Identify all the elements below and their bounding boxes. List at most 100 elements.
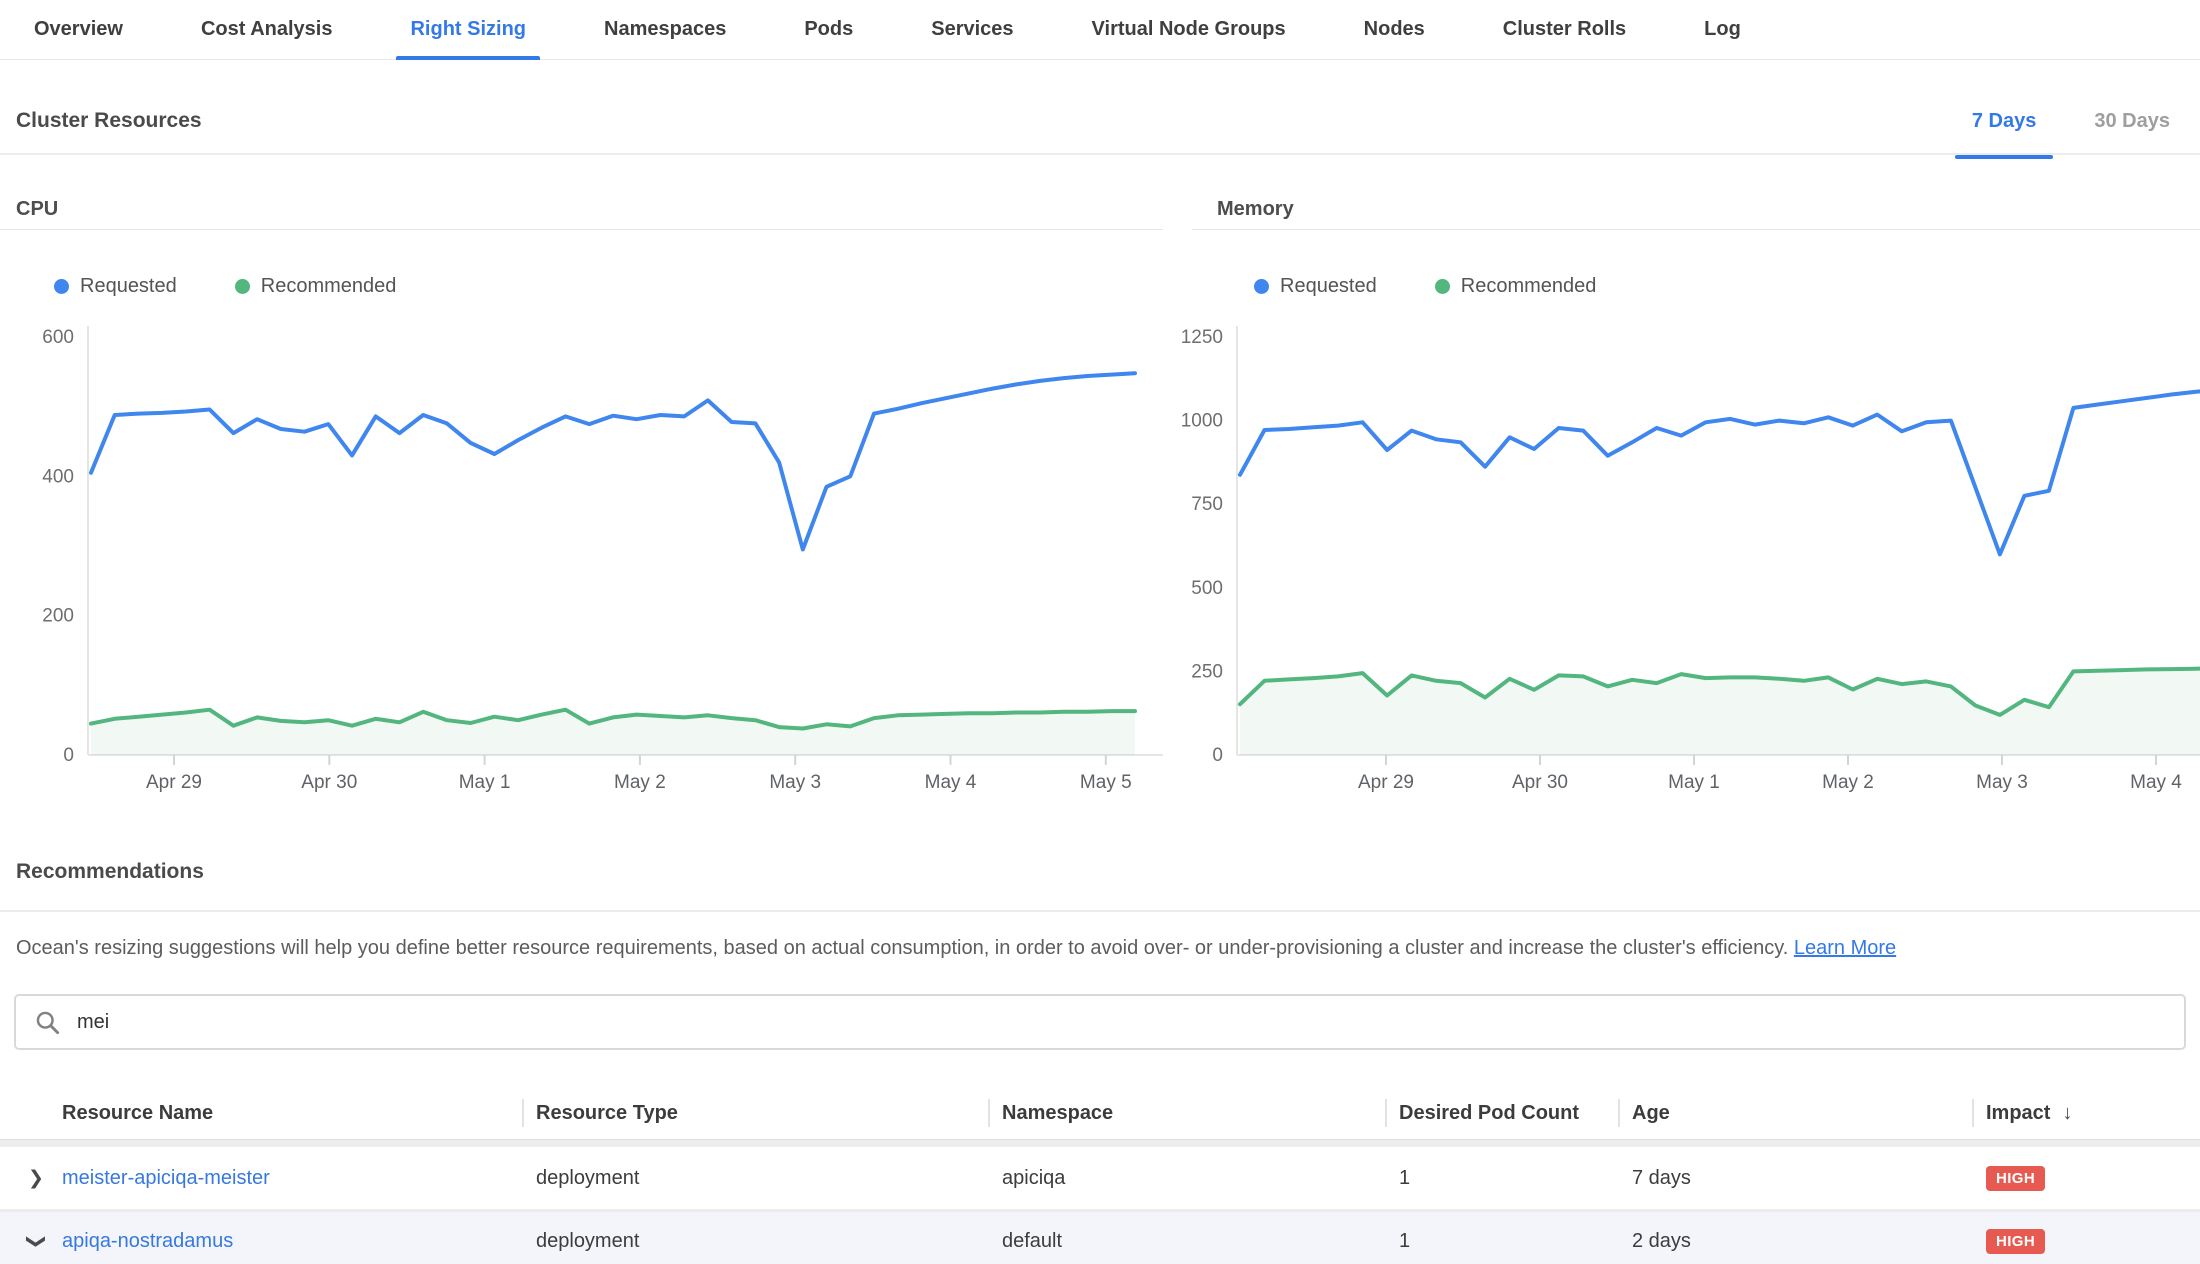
svg-text:500: 500 bbox=[1191, 578, 1223, 599]
cpu-chart-panel: CPU RequestedRecommended 0200400600Apr 2… bbox=[0, 190, 1163, 802]
cpu-line-chart: 0200400600Apr 29Apr 30May 1May 2May 3May… bbox=[0, 320, 1163, 802]
cell-resource-type: deployment bbox=[522, 1167, 988, 1190]
search-input[interactable] bbox=[77, 1011, 2184, 1034]
tab-virtual-node-groups[interactable]: Virtual Node Groups bbox=[1078, 0, 1300, 60]
svg-text:May 4: May 4 bbox=[2130, 772, 2182, 793]
recommendations-description-text: Ocean's resizing suggestions will help y… bbox=[16, 937, 1788, 959]
column-header-impact[interactable]: Impact ↓ bbox=[1972, 1086, 2200, 1140]
memory-chart-panel: Memory Requested Recommended 0 250 500 750 10… bbox=[1180, 190, 2200, 802]
recommendations-table: Resource Name Resource Type Namespace Desir… bbox=[0, 1086, 2200, 1264]
svg-text:May 2: May 2 bbox=[614, 772, 666, 793]
tab-cost-analysis[interactable]: Cost Analysis bbox=[187, 0, 347, 60]
resource-name-link[interactable]: apiqa-nostradamus bbox=[62, 1230, 233, 1252]
recommended-legend-dot-icon bbox=[1435, 279, 1450, 294]
svg-text:400: 400 bbox=[42, 466, 74, 487]
svg-text:May 1: May 1 bbox=[1668, 772, 1720, 793]
table-body: ❯meister-apiciqa-meisterdeploymentapiciq… bbox=[0, 1147, 2200, 1264]
svg-text:1000: 1000 bbox=[1181, 411, 1223, 432]
legend-item-recommended[interactable]: Recommended bbox=[235, 275, 397, 298]
chevron-right-icon[interactable]: ❯ bbox=[28, 1167, 44, 1190]
svg-text:0: 0 bbox=[63, 745, 74, 766]
table-row-apiqa-nostradamus[interactable]: ❯ apiqa-nostradamus deploymentdefault12 da… bbox=[0, 1209, 2200, 1264]
impact-badge: HIGH bbox=[1986, 1229, 2045, 1254]
memory-line-chart: 0 250 500 750 1000 1250 Apr 29 Apr 30 May 1 May 2… bbox=[1180, 320, 2200, 802]
column-header-label: Resource Name bbox=[62, 1102, 213, 1125]
expander-column-header bbox=[0, 1086, 62, 1140]
cell-desired-pod-count: 1 bbox=[1385, 1230, 1618, 1253]
chart-title-divider bbox=[1192, 229, 2200, 230]
column-header-label: Desired Pod Count bbox=[1399, 1102, 1579, 1125]
range-7-days[interactable]: 7 Days bbox=[1972, 110, 2037, 133]
tab-services[interactable]: Services bbox=[917, 0, 1027, 60]
section-divider bbox=[0, 153, 2200, 155]
column-header-label: Resource Type bbox=[536, 1102, 678, 1125]
svg-text:May 3: May 3 bbox=[769, 772, 821, 793]
cluster-resources-title: Cluster Resources bbox=[16, 109, 202, 133]
cell-namespace: default bbox=[988, 1230, 1385, 1253]
resource-name-link[interactable]: meister-apiciqa-meister bbox=[62, 1167, 270, 1189]
cell-namespace: apiciqa bbox=[988, 1167, 1385, 1190]
column-header-label: Namespace bbox=[1002, 1102, 1113, 1125]
tab-nodes[interactable]: Nodes bbox=[1350, 0, 1439, 60]
memory-chart-legend: Requested Recommended bbox=[1254, 275, 1596, 298]
tab-log[interactable]: Log bbox=[1690, 0, 1755, 60]
svg-text:May 3: May 3 bbox=[1976, 772, 2028, 793]
svg-text:1250: 1250 bbox=[1181, 327, 1223, 348]
impact-badge: HIGH bbox=[1986, 1166, 2045, 1191]
section-divider bbox=[0, 910, 2200, 912]
range-30-days[interactable]: 30 Days bbox=[2094, 110, 2170, 133]
svg-text:May 2: May 2 bbox=[1822, 772, 1874, 793]
tab-right-sizing[interactable]: Right Sizing bbox=[396, 0, 540, 60]
svg-text:250: 250 bbox=[1191, 661, 1223, 682]
legend-item-requested[interactable]: Requested bbox=[54, 275, 177, 298]
column-header-resource-name[interactable]: Resource Name bbox=[62, 1086, 522, 1140]
tab-overview[interactable]: Overview bbox=[20, 0, 137, 60]
tab-pods[interactable]: Pods bbox=[790, 0, 867, 60]
resource-search-box[interactable] bbox=[14, 994, 2186, 1050]
cell-age: 7 days bbox=[1618, 1167, 1972, 1190]
table-row-meister-apiciqa-meister[interactable]: ❯ meister-apiciqa-meister deploymentapiciq… bbox=[0, 1147, 2200, 1209]
cpu-chart-legend: Requested Recommended bbox=[54, 275, 396, 298]
right-sizing-page: Overview Cost Analysis Right Sizing Namespa… bbox=[0, 0, 2200, 1264]
cluster-resources-header: Cluster Resources 7 Days 30 Days bbox=[16, 104, 2184, 138]
search-icon bbox=[34, 1009, 61, 1036]
legend-label: Requested bbox=[80, 275, 177, 298]
cell-age: 2 days bbox=[1618, 1230, 1972, 1253]
cell-resource-type: deployment bbox=[522, 1230, 988, 1253]
svg-text:Apr 29: Apr 29 bbox=[1358, 772, 1414, 793]
cpu-chart-title: CPU bbox=[0, 190, 1163, 221]
svg-text:May 4: May 4 bbox=[925, 772, 977, 793]
time-range-toggle: 7 Days 30 Days bbox=[1972, 110, 2184, 133]
column-header-age[interactable]: Age bbox=[1618, 1086, 1972, 1140]
svg-text:600: 600 bbox=[42, 327, 74, 348]
svg-text:May 5: May 5 bbox=[1080, 772, 1132, 793]
column-header-label: Impact bbox=[1986, 1102, 2050, 1125]
legend-item-requested[interactable]: Requested bbox=[1254, 275, 1377, 298]
sort-descending-icon[interactable]: ↓ bbox=[2062, 1102, 2072, 1125]
svg-text:Apr 29: Apr 29 bbox=[146, 772, 202, 793]
chart-title-divider bbox=[0, 229, 1163, 230]
svg-text:May 1: May 1 bbox=[459, 772, 511, 793]
svg-text:0: 0 bbox=[1212, 745, 1223, 766]
requested-legend-dot-icon bbox=[54, 279, 69, 294]
requested-legend-dot-icon bbox=[1254, 279, 1269, 294]
column-header-label: Age bbox=[1632, 1102, 1670, 1125]
tab-namespaces[interactable]: Namespaces bbox=[590, 0, 740, 60]
recommended-legend-dot-icon bbox=[235, 279, 250, 294]
svg-text:Apr 30: Apr 30 bbox=[301, 772, 357, 793]
cell-desired-pod-count: 1 bbox=[1385, 1167, 1618, 1190]
legend-label: Recommended bbox=[261, 275, 397, 298]
recommendations-description: Ocean's resizing suggestions will help y… bbox=[16, 934, 2184, 962]
learn-more-link[interactable]: Learn More bbox=[1794, 937, 1896, 959]
legend-item-recommended[interactable]: Recommended bbox=[1435, 275, 1597, 298]
column-header-namespace[interactable]: Namespace bbox=[988, 1086, 1385, 1140]
svg-text:750: 750 bbox=[1191, 494, 1223, 515]
column-header-resource-type[interactable]: Resource Type bbox=[522, 1086, 988, 1140]
svg-text:Apr 30: Apr 30 bbox=[1512, 772, 1568, 793]
column-header-desired-pod-count[interactable]: Desired Pod Count bbox=[1385, 1086, 1618, 1140]
tab-cluster-rolls[interactable]: Cluster Rolls bbox=[1489, 0, 1640, 60]
legend-label: Requested bbox=[1280, 275, 1377, 298]
chevron-down-icon[interactable]: ❯ bbox=[24, 1234, 47, 1250]
tab-bar: Overview Cost Analysis Right Sizing Namespa… bbox=[0, 0, 2200, 60]
memory-chart-title: Memory bbox=[1180, 190, 2200, 221]
